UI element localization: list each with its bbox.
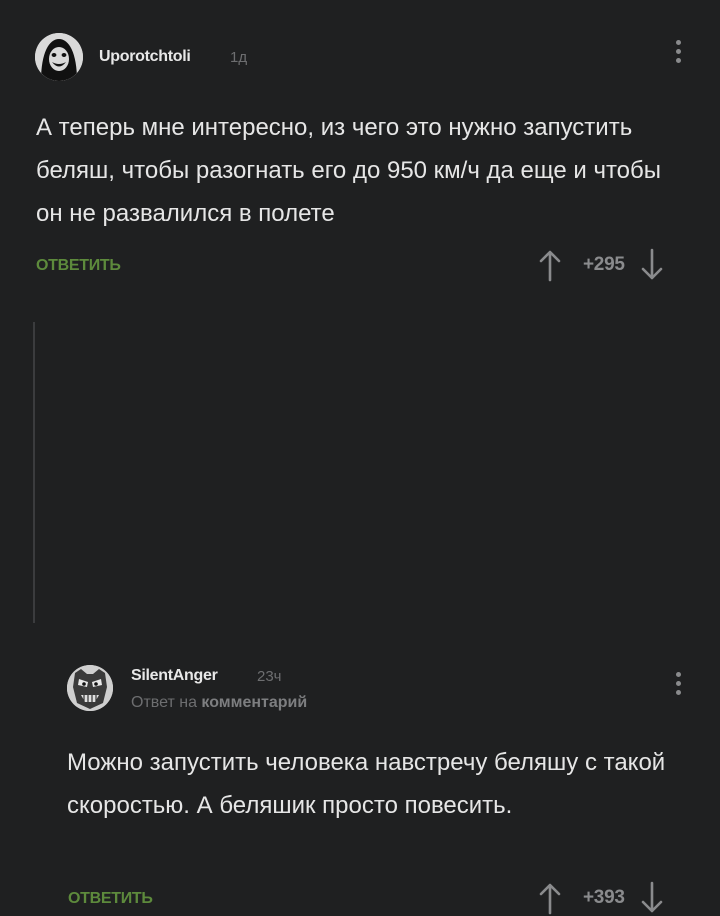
downvote-arrow-icon[interactable]	[639, 881, 665, 915]
reply-to-prefix: Ответ на	[131, 694, 197, 711]
more-options-icon[interactable]	[666, 40, 690, 72]
more-options-icon[interactable]	[666, 672, 690, 704]
upvote-arrow-icon[interactable]	[537, 881, 563, 915]
hooded-face-avatar-icon	[35, 33, 83, 81]
avatar[interactable]	[67, 665, 113, 711]
comment-text: А теперь мне интересно, из чего это нужн…	[36, 114, 662, 227]
username[interactable]: Uporotchtoli	[99, 48, 191, 66]
comment-time: 23ч	[257, 668, 282, 685]
rating: +295	[583, 254, 625, 275]
reply-comment: SilentAnger 23ч Ответ на комментарий Мож…	[0, 320, 720, 915]
vote-controls: +393	[537, 880, 665, 916]
parent-comment-link[interactable]: комментарий	[201, 694, 307, 711]
comment-text: Можно запустить человека навстречу беляш…	[67, 749, 666, 819]
reply-to-info: Ответ на комментарий	[131, 694, 307, 712]
comment: Uporotchtoli 1д А теперь мне интересно, …	[0, 0, 720, 300]
username[interactable]: SilentAnger	[131, 667, 218, 685]
vote-controls: +295	[537, 247, 665, 283]
avatar[interactable]	[35, 33, 83, 81]
reply-button[interactable]: ОТВЕТИТЬ	[36, 257, 121, 275]
upvote-arrow-icon[interactable]	[537, 248, 563, 282]
masked-face-avatar-icon	[67, 665, 113, 711]
downvote-arrow-icon[interactable]	[639, 248, 665, 282]
rating: +393	[583, 887, 625, 908]
comment-time: 1д	[230, 49, 248, 66]
reply-button[interactable]: ОТВЕТИТЬ	[68, 890, 153, 908]
